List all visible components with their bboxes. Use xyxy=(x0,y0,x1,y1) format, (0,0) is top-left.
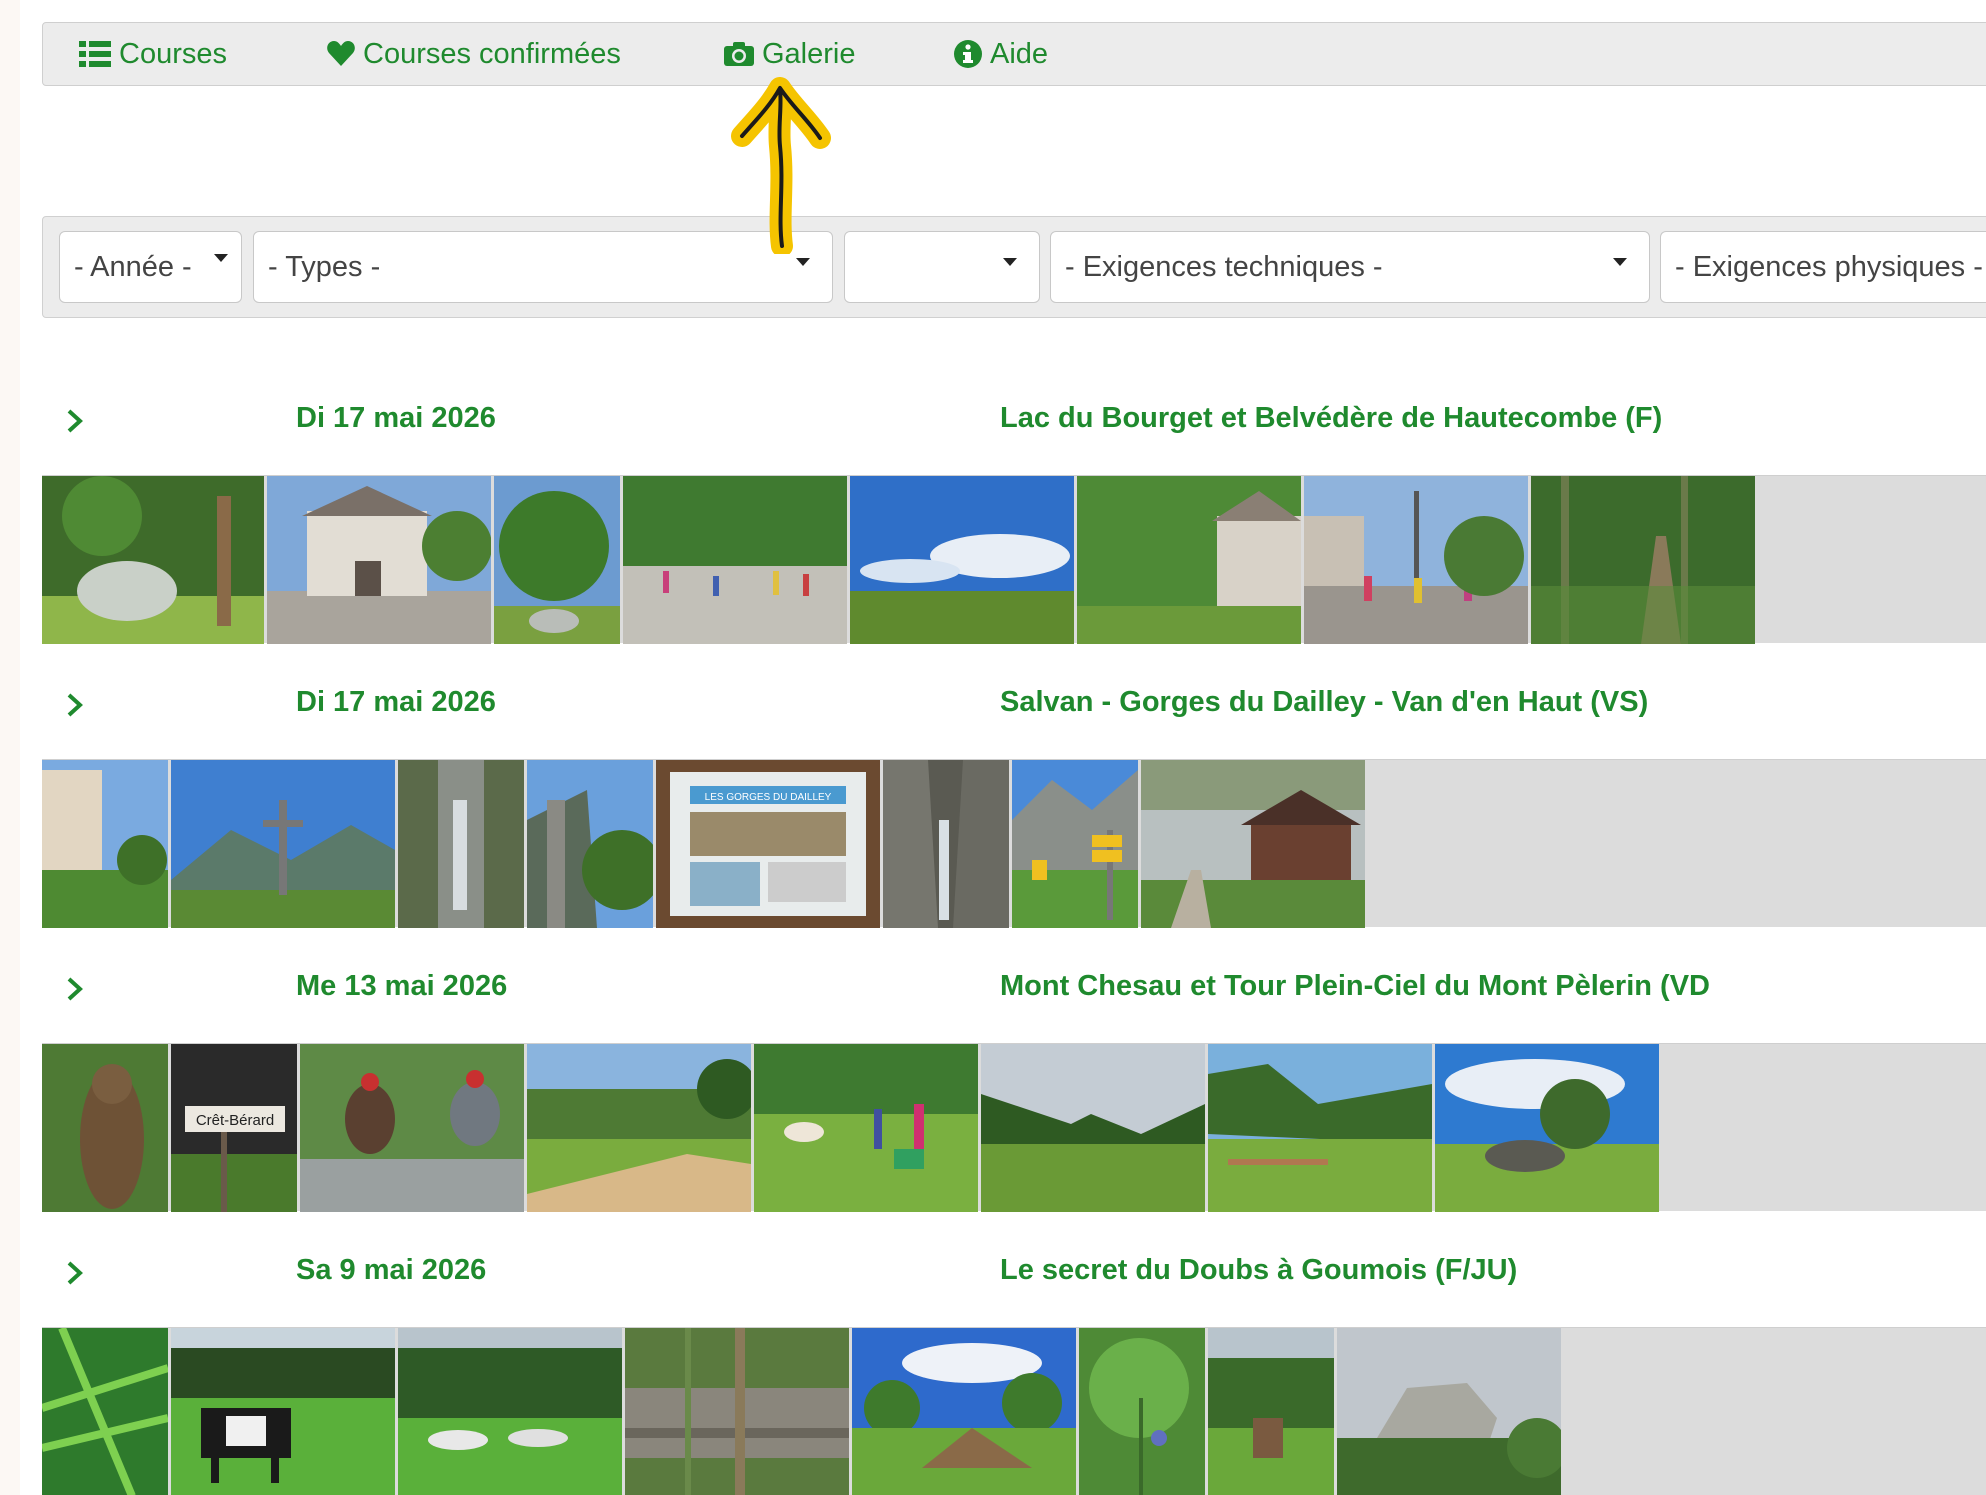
nav-courses[interactable]: Courses xyxy=(79,23,227,85)
nav-aide-label: Aide xyxy=(990,37,1049,70)
photo-thumbnail[interactable] xyxy=(398,760,524,928)
photo-strip xyxy=(42,1327,1986,1495)
page: Courses Courses confirmées Galerie Aide … xyxy=(20,0,1986,1495)
nav-galerie-label: Galerie xyxy=(762,37,856,70)
chevron-down-icon xyxy=(214,254,228,262)
chevron-down-icon xyxy=(1613,258,1627,266)
photo-thumbnail[interactable]: LES GORGES DU DAILLEY xyxy=(656,760,880,928)
entry-title[interactable]: Le secret du Doubs à Goumois (F/JU) xyxy=(1000,1254,1517,1287)
photo-thumbnail[interactable] xyxy=(42,1044,168,1212)
photo-thumbnail[interactable]: Crêt-Bérard xyxy=(171,1044,297,1212)
entry-date: Me 13 mai 2026 xyxy=(296,970,508,1002)
photo-thumbnail[interactable] xyxy=(494,476,620,644)
gallery-entry-header[interactable]: Me 13 mai 2026 Mont Chesau et Tour Plein… xyxy=(42,970,1986,1010)
photo-thumbnail[interactable] xyxy=(981,1044,1205,1212)
physical-requirements-select[interactable]: - Exigences physiques - xyxy=(1660,231,1986,303)
photo-thumbnail[interactable] xyxy=(398,1328,622,1495)
camera-icon xyxy=(724,42,754,66)
photo-thumbnail[interactable] xyxy=(1077,476,1301,644)
entry-title[interactable]: Salvan - Gorges du Dailley - Van d'en Ha… xyxy=(1000,686,1648,719)
physical-requirements-value: - Exigences physiques - xyxy=(1675,250,1983,283)
nav-courses-confirmees-label: Courses confirmées xyxy=(363,37,621,70)
blank-select[interactable] xyxy=(844,231,1040,303)
entry-title[interactable]: Lac du Bourget et Belvédère de Hautecomb… xyxy=(1000,402,1662,435)
gallery-entry-header[interactable]: Sa 9 mai 2026 Le secret du Doubs à Goumo… xyxy=(42,1254,1986,1294)
photo-thumbnail[interactable] xyxy=(527,760,653,928)
types-select-value: - Types - xyxy=(268,250,381,283)
filter-bar: - Année - - Types - - Exigences techniqu… xyxy=(42,216,1986,318)
sign-panel-text: LES GORGES DU DAILLEY xyxy=(705,792,832,803)
photo-thumbnail[interactable] xyxy=(852,1328,1076,1495)
photo-thumbnail[interactable] xyxy=(1012,760,1138,928)
photo-thumbnail[interactable] xyxy=(754,1044,978,1212)
photo-thumbnail[interactable] xyxy=(171,1328,395,1495)
photo-thumbnail[interactable] xyxy=(42,760,168,928)
chevron-right-icon[interactable] xyxy=(66,1260,84,1286)
photo-thumbnail[interactable] xyxy=(883,760,1009,928)
list-icon xyxy=(79,41,111,67)
nav-courses-confirmees[interactable]: Courses confirmées xyxy=(327,23,621,85)
photo-thumbnail[interactable] xyxy=(1531,476,1755,644)
gallery-entry-header[interactable]: Di 17 mai 2026 Salvan - Gorges du Daille… xyxy=(42,686,1986,726)
chevron-down-icon xyxy=(1003,258,1017,266)
chevron-right-icon[interactable] xyxy=(66,408,84,434)
top-navbar: Courses Courses confirmées Galerie Aide xyxy=(42,22,1986,86)
photo-thumbnail[interactable] xyxy=(850,476,1074,644)
photo-thumbnail[interactable] xyxy=(1141,760,1365,928)
photo-thumbnail[interactable] xyxy=(1337,1328,1561,1495)
annotation-arrow-icon xyxy=(731,77,831,254)
photo-thumbnail[interactable] xyxy=(625,1328,849,1495)
signpost-text: Crêt-Bérard xyxy=(196,1112,274,1129)
entry-title[interactable]: Mont Chesau et Tour Plein-Ciel du Mont P… xyxy=(1000,970,1710,1003)
photo-thumbnail[interactable] xyxy=(171,760,395,928)
photo-thumbnail[interactable] xyxy=(527,1044,751,1212)
entry-date: Sa 9 mai 2026 xyxy=(296,1254,487,1286)
heart-icon xyxy=(327,41,355,66)
photo-thumbnail[interactable] xyxy=(300,1044,524,1212)
gallery-entry-header[interactable]: Di 17 mai 2026 Lac du Bourget et Belvédè… xyxy=(42,402,1986,442)
photo-thumbnail[interactable] xyxy=(623,476,847,644)
chevron-down-icon xyxy=(796,258,810,266)
chevron-right-icon[interactable] xyxy=(66,976,84,1002)
entry-date: Di 17 mai 2026 xyxy=(296,686,496,718)
photo-thumbnail[interactable] xyxy=(1304,476,1528,644)
photo-thumbnail[interactable] xyxy=(1079,1328,1205,1495)
year-select-value: - Année - xyxy=(74,250,192,283)
photo-strip: LES GORGES DU DAILLEY xyxy=(42,759,1986,928)
technical-requirements-value: - Exigences techniques - xyxy=(1065,250,1383,283)
entry-date: Di 17 mai 2026 xyxy=(296,402,496,434)
nav-courses-label: Courses xyxy=(119,37,227,70)
technical-requirements-select[interactable]: - Exigences techniques - xyxy=(1050,231,1650,303)
info-icon xyxy=(954,40,982,68)
photo-strip xyxy=(42,475,1986,644)
photo-strip: Crêt-Bérard xyxy=(42,1043,1986,1212)
nav-aide[interactable]: Aide xyxy=(954,23,1048,85)
photo-thumbnail[interactable] xyxy=(1208,1328,1334,1495)
photo-thumbnail[interactable] xyxy=(267,476,491,644)
photo-thumbnail[interactable] xyxy=(42,1328,168,1495)
chevron-right-icon[interactable] xyxy=(66,692,84,718)
photo-thumbnail[interactable] xyxy=(1435,1044,1659,1212)
photo-thumbnail[interactable] xyxy=(42,476,264,644)
year-select[interactable]: - Année - xyxy=(59,231,242,303)
photo-thumbnail[interactable] xyxy=(1208,1044,1432,1212)
